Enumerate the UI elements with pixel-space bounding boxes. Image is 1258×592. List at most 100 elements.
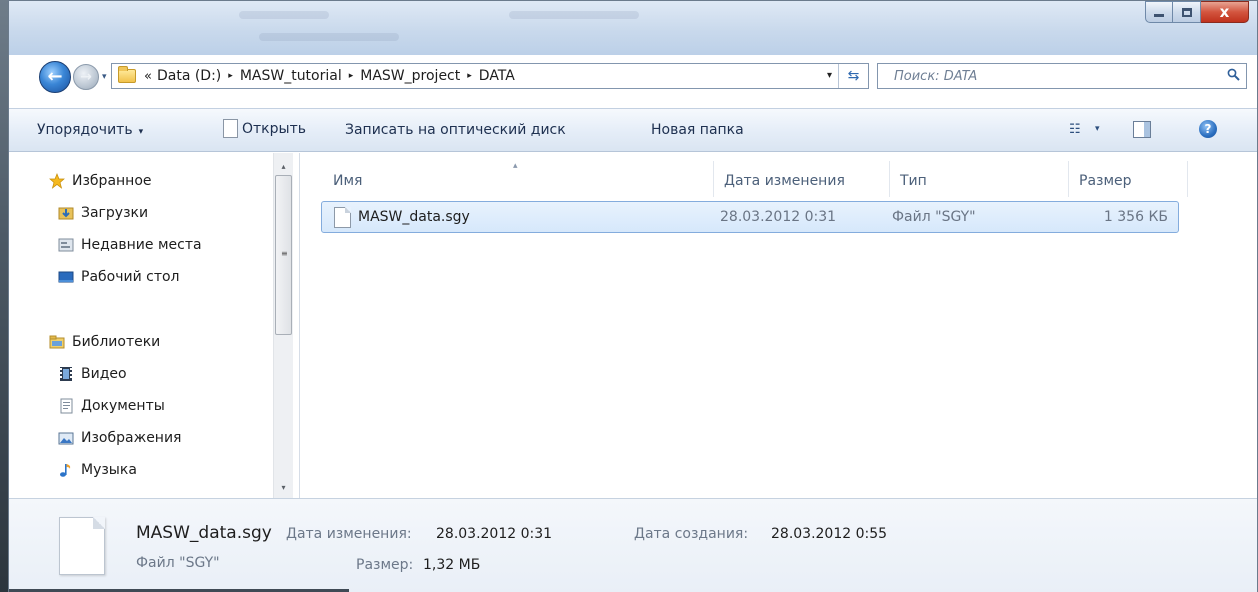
sort-ascending-icon: ▴ [513, 161, 518, 171]
details-created-value: 28.03.2012 0:55 [771, 526, 888, 542]
views-icon[interactable]: ☷ [1069, 122, 1081, 137]
title-blur-2 [259, 33, 399, 41]
sidebar-item-favorites[interactable]: Избранное [49, 173, 152, 189]
column-type-label: Тип [900, 173, 927, 189]
details-created-label: Дата создания: [634, 526, 749, 542]
refresh-button[interactable]: ⇆ [838, 64, 868, 88]
scroll-up-icon[interactable]: ▴ [274, 157, 293, 175]
help-icon[interactable]: ? [1199, 120, 1217, 138]
grip-icon: ≡ [281, 249, 288, 258]
file-size: 1 356 КБ [1103, 209, 1168, 225]
details-size-value: 1,32 МБ [423, 557, 481, 573]
recent-places-icon [58, 238, 74, 252]
details-file-type: Файл "SGY" [136, 555, 220, 571]
sidebar-item-documents[interactable]: Документы [58, 398, 165, 414]
details-size-label: Размер: [356, 557, 414, 573]
sidebar-item-libraries[interactable]: Библиотеки [49, 334, 160, 350]
details-modified-label: Дата изменения: [286, 526, 412, 542]
search-icon[interactable] [1227, 68, 1240, 81]
documents-icon [60, 398, 73, 414]
title-blur-1 [239, 11, 329, 19]
sidebar-item-desktop[interactable]: Рабочий стол [58, 269, 180, 285]
maximize-icon [1181, 7, 1192, 17]
desktop-icon [58, 271, 74, 283]
scroll-down-icon[interactable]: ▾ [274, 478, 293, 496]
sidebar-item-label: Документы [81, 398, 165, 414]
column-header-name[interactable]: Имя ▴ [301, 161, 713, 201]
back-arrow-icon: ← [47, 66, 63, 87]
address-bar[interactable]: « Data (D:) ▸ MASW_tutorial ▸ MASW_proje… [111, 63, 869, 89]
forward-button[interactable]: → [73, 64, 99, 90]
sidebar-item-label: Видео [81, 366, 127, 382]
downloads-icon [58, 207, 74, 220]
recent-pages-dropdown-icon[interactable]: ▾ [102, 72, 107, 82]
pictures-icon [58, 432, 74, 445]
title-blur-3 [509, 11, 639, 19]
burn-to-disc-button[interactable]: Записать на оптический диск [345, 122, 566, 138]
sidebar-item-label: Рабочий стол [81, 269, 180, 285]
navigation-pane: Избранное Загрузки Недавние места Рабочи… [9, 153, 299, 498]
breadcrumb-separator-icon[interactable]: ▸ [465, 71, 474, 81]
command-bar: Упорядочить ▾ Открыть Записать на оптичес… [9, 108, 1257, 152]
file-preview-icon [59, 517, 105, 575]
breadcrumb-masw-project[interactable]: MASW_project [355, 68, 465, 84]
search-input[interactable]: Поиск: DATA [894, 69, 977, 84]
back-button[interactable]: ← [39, 61, 71, 93]
sidebar-item-label: Библиотеки [72, 334, 161, 350]
minimize-button[interactable] [1145, 1, 1173, 23]
navigation-bar: ← → ▾ « Data (D:) ▸ MASW_tutorial ▸ MASW… [9, 55, 1257, 97]
organize-label: Упорядочить [37, 122, 133, 138]
sidebar-item-label: Избранное [72, 173, 152, 189]
sidebar-scrollbar[interactable]: ▴ ≡ ▾ [273, 153, 293, 498]
chevron-down-icon: ▾ [138, 127, 144, 137]
caption-buttons: x [1145, 1, 1249, 29]
file-date: 28.03.2012 0:31 [720, 209, 837, 225]
sidebar-item-label: Музыка [81, 462, 137, 478]
new-folder-button[interactable]: Новая папка [651, 122, 744, 138]
table-row[interactable]: MASW_data.sgy 28.03.2012 0:31 Файл "SGY"… [321, 201, 1179, 233]
explorer-window: x ← → ▾ « Data (D:) ▸ MASW_tutorial ▸ MA… [8, 0, 1258, 592]
file-icon [334, 207, 351, 228]
sidebar-item-label: Загрузки [81, 205, 149, 221]
title-bar[interactable]: x [9, 1, 1257, 55]
breadcrumb-overflow[interactable]: « [144, 69, 152, 84]
sidebar-item-downloads[interactable]: Загрузки [58, 205, 148, 221]
breadcrumb-drive[interactable]: Data (D:) [152, 68, 226, 84]
breadcrumb-separator-icon[interactable]: ▸ [347, 71, 356, 81]
views-dropdown-icon[interactable]: ▾ [1095, 124, 1100, 134]
open-label: Открыть [242, 120, 306, 137]
sidebar-item-recent-places[interactable]: Недавние места [58, 237, 202, 253]
column-date-label: Дата изменения [724, 173, 845, 189]
minimize-icon [1154, 13, 1164, 17]
sidebar-item-music[interactable]: Музыка [58, 462, 137, 478]
document-icon [223, 119, 238, 138]
column-size-label: Размер [1079, 173, 1132, 189]
close-button[interactable]: x [1201, 1, 1249, 23]
breadcrumb-masw-tutorial[interactable]: MASW_tutorial [235, 68, 347, 84]
breadcrumb-separator-icon[interactable]: ▸ [226, 71, 235, 81]
column-header-date[interactable]: Дата изменения [714, 161, 889, 201]
organize-button[interactable]: Упорядочить ▾ [37, 122, 143, 138]
sidebar-item-video[interactable]: Видео [58, 366, 127, 382]
file-name: MASW_data.sgy [358, 209, 470, 225]
file-list: Имя ▴ Дата изменения Тип Размер MASW_dat… [301, 153, 1257, 498]
maximize-button[interactable] [1173, 1, 1201, 23]
search-box[interactable]: Поиск: DATA [877, 63, 1247, 89]
preview-pane-icon[interactable] [1133, 121, 1151, 138]
column-divider[interactable] [1187, 161, 1188, 197]
forward-arrow-icon: → [80, 69, 92, 85]
details-pane: MASW_data.sgy Файл "SGY" Дата изменения:… [9, 498, 1257, 592]
close-icon: x [1219, 2, 1230, 21]
sidebar-item-pictures[interactable]: Изображения [58, 430, 181, 446]
video-icon [60, 367, 72, 381]
open-button[interactable]: Открыть [223, 119, 306, 138]
column-header-size[interactable]: Размер [1069, 161, 1187, 201]
breadcrumb-data[interactable]: DATA [474, 68, 520, 84]
column-name-label: Имя [333, 173, 363, 189]
pane-splitter[interactable] [299, 153, 300, 498]
libraries-icon [49, 335, 65, 349]
address-dropdown-icon[interactable]: ▾ [827, 70, 832, 81]
star-icon [49, 173, 65, 189]
column-header-type[interactable]: Тип [890, 161, 1068, 201]
scrollbar-thumb[interactable]: ≡ [275, 175, 292, 335]
